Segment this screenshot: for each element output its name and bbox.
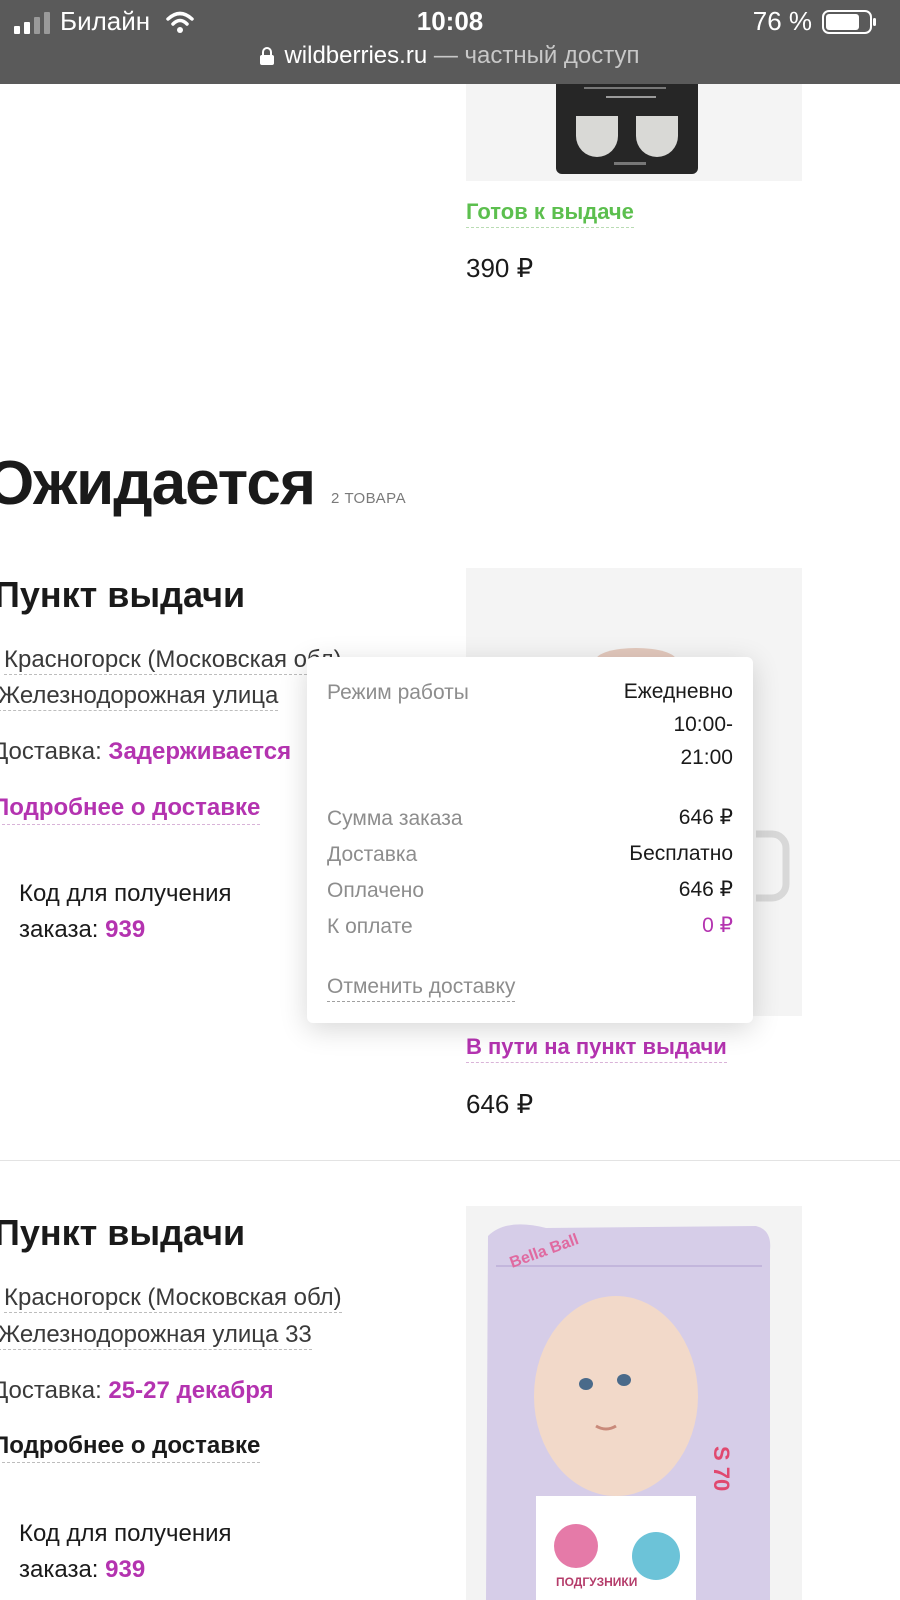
pack-product-label: ПОДГУЗНИКИ	[556, 1575, 637, 1589]
delivery-label: Доставка:	[0, 1377, 109, 1404]
section-title: Ожидается	[0, 449, 316, 518]
item-status-in-transit[interactable]: В пути на пункт выдачи	[466, 1034, 727, 1063]
pickup-code-label-2: заказа:	[19, 916, 106, 943]
item-status-ready[interactable]: Готов к выдаче	[466, 199, 634, 228]
item-price: 646 ₽	[466, 1089, 534, 1119]
status-bar: Билайн 10:08 76 % wildberries.ru — частн…	[0, 0, 900, 84]
delivery-status: Задерживается	[108, 738, 292, 765]
delivery-cost-label: Доставка	[327, 843, 418, 866]
product-image[interactable]	[466, 84, 802, 181]
amount-due-label: К оплате	[327, 915, 413, 938]
address-bar[interactable]: wildberries.ru — частный доступ	[0, 42, 900, 70]
working-hours-close: 21:00	[680, 746, 733, 769]
lock-icon	[260, 47, 275, 65]
paid-label: Оплачено	[327, 879, 425, 902]
working-hours-open: 10:00-	[673, 713, 733, 736]
delivery-details-link[interactable]: Подробнее о доставке	[0, 1432, 261, 1463]
order-divider	[0, 1160, 900, 1161]
product-picture	[556, 84, 698, 174]
working-hours-days: Ежедневно	[623, 680, 733, 703]
pickup-city[interactable]: Красногорск (Московская обл)	[4, 646, 342, 675]
pickup-street[interactable]: Железнодорожная улица	[0, 682, 279, 711]
pickup-code-line: заказа: 939	[19, 912, 231, 948]
battery-icon	[822, 10, 876, 34]
pickup-code-line: заказа: 939	[19, 1552, 231, 1588]
diaper-pack-picture: S 70 Bella Ball ПОДГУЗНИКИ	[486, 1224, 771, 1600]
pickup-city[interactable]: Красногорск (Московская обл)	[4, 1284, 342, 1313]
pack-size-label: S 70	[709, 1446, 734, 1491]
order-details-popup: Режим работы Ежедневно 10:00- 21:00 Сумм…	[307, 657, 753, 1023]
delivery-info: Доставка: Задерживается	[0, 738, 291, 766]
pickup-code: Код для получения заказа: 939	[19, 876, 231, 948]
url-domain: wildberries.ru	[284, 42, 428, 69]
private-access-label: — частный доступ	[427, 42, 640, 69]
pickup-title: Пункт выдачи	[0, 574, 246, 615]
paid-value: 646 ₽	[678, 878, 733, 901]
pickup-code-label-2: заказа:	[19, 1556, 106, 1583]
delivery-dates: 25-27 декабря	[108, 1377, 274, 1404]
pickup-code-label: Код для получения	[19, 880, 232, 907]
item-price: 390 ₽	[466, 253, 534, 283]
amount-due-value: 0 ₽	[702, 914, 733, 937]
order-sum-label: Сумма заказа	[327, 807, 463, 830]
product-image[interactable]: S 70 Bella Ball ПОДГУЗНИКИ	[466, 1206, 802, 1600]
delivery-label: Доставка:	[0, 738, 109, 765]
pickup-street[interactable]: Железнодорожная улица 33	[0, 1321, 312, 1350]
pickup-code-value: 939	[105, 916, 146, 943]
cancel-delivery-link[interactable]: Отменить доставку	[327, 975, 516, 1002]
section-count: 2 ТОВАРА	[331, 490, 407, 507]
pickup-code-value: 939	[105, 1556, 146, 1583]
delivery-details-link[interactable]: Подробнее о доставке	[0, 794, 261, 825]
pickup-title: Пункт выдачи	[0, 1212, 246, 1253]
order-sum-value: 646 ₽	[678, 806, 733, 829]
pickup-code-label: Код для получения	[19, 1520, 232, 1547]
working-hours-value: Ежедневно 10:00- 21:00	[624, 675, 733, 774]
battery-percent: 76 %	[752, 6, 812, 36]
delivery-cost-value: Бесплатно	[629, 842, 733, 865]
delivery-info: Доставка: 25-27 декабря	[0, 1377, 274, 1405]
working-hours-label: Режим работы	[327, 681, 469, 704]
pickup-code: Код для получения заказа: 939	[19, 1516, 231, 1588]
